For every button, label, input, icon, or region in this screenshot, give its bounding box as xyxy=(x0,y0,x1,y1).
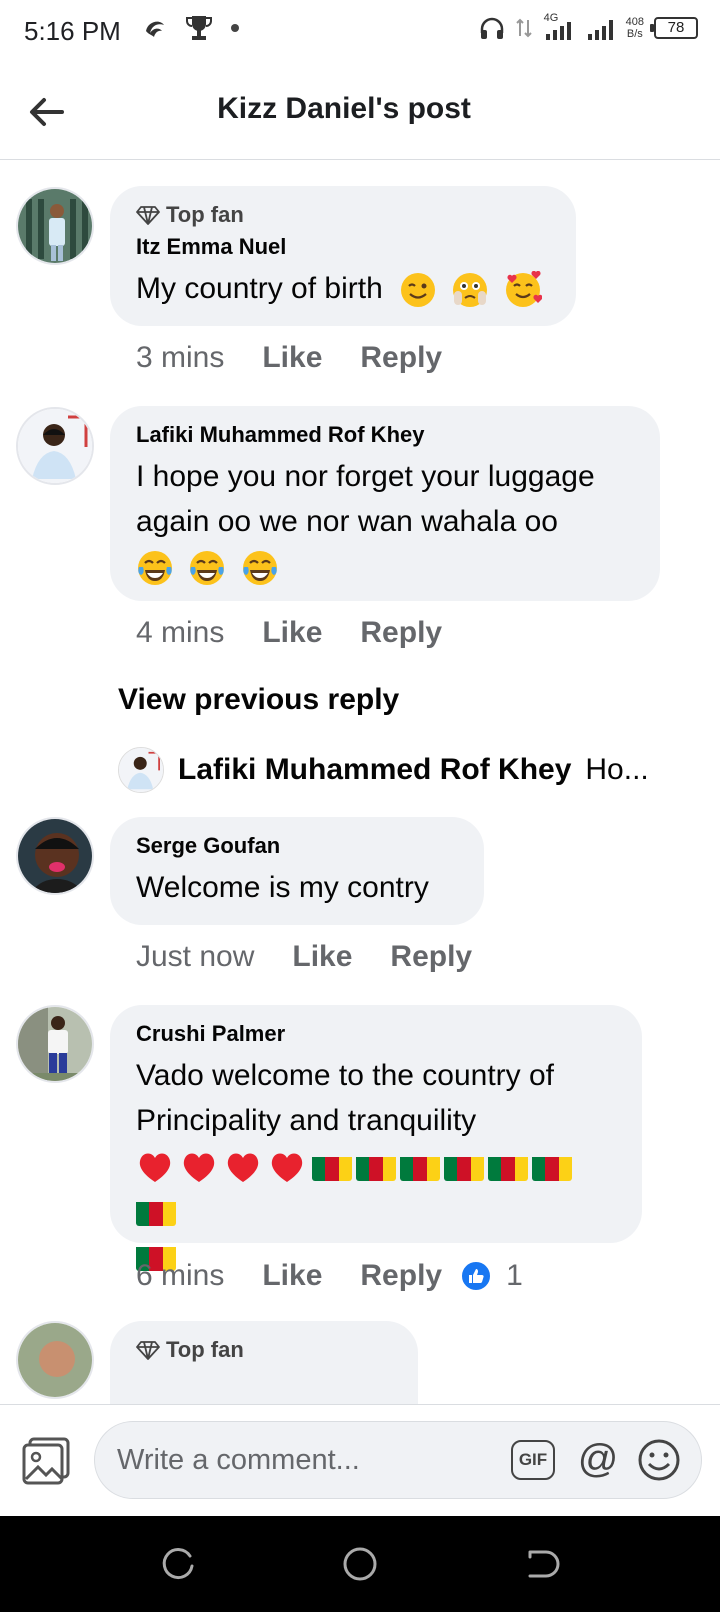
smiling-face-with-hearts-icon xyxy=(505,271,542,308)
page-title: Kizz Daniel's post xyxy=(217,92,471,125)
status-time: 5:16 PM xyxy=(24,16,121,46)
comment-author[interactable]: Lafiki Muhammed Rof Khey xyxy=(136,422,634,448)
comment-composer: GIF @ xyxy=(0,1404,720,1516)
trophy-icon xyxy=(186,16,212,40)
comment-text: Welcome is my contry xyxy=(136,871,429,904)
like-reaction-icon xyxy=(460,1260,493,1292)
top-fan-badge: Top fan xyxy=(136,202,550,228)
red-heart-icon xyxy=(139,1153,171,1183)
cameroon-flag-icon xyxy=(488,1153,528,1182)
emoji-row xyxy=(136,1143,616,1278)
comment-text: I hope you nor forget your luggage again… xyxy=(136,454,634,589)
avatar-crushi-palmer[interactable] xyxy=(16,1005,94,1083)
tears-of-joy-icon xyxy=(138,551,172,586)
reply-button[interactable]: Reply xyxy=(360,341,442,375)
comment-bubble[interactable]: Serge Goufan Welcome is my contry xyxy=(110,817,484,925)
view-previous-reply-link[interactable]: View previous reply xyxy=(118,683,399,717)
back-nav-button[interactable] xyxy=(522,1544,562,1584)
red-heart-icon xyxy=(227,1153,259,1183)
like-button[interactable]: Like xyxy=(262,1259,322,1293)
cameroon-flag-icon xyxy=(356,1153,396,1182)
like-button[interactable]: Like xyxy=(262,616,322,650)
comment-actions: 3 mins Like Reply xyxy=(136,341,442,375)
home-button[interactable] xyxy=(340,1544,380,1584)
comment-time: 6 mins xyxy=(136,1259,225,1292)
comment-time: 4 mins xyxy=(136,616,225,649)
add-photo-button[interactable] xyxy=(20,1433,74,1485)
signal-4g-icon: 4G xyxy=(542,12,576,42)
notification-icons xyxy=(142,14,240,42)
avatar-lafiki-muhammed-small xyxy=(118,747,164,793)
avatar-top-fan-partial[interactable] xyxy=(16,1321,94,1399)
comment-time: 3 mins xyxy=(136,341,225,374)
comment-author[interactable]: Crushi Palmer xyxy=(136,1021,616,1047)
red-heart-icon xyxy=(271,1153,303,1183)
home-circle-icon xyxy=(343,1547,377,1581)
swirl-app-icon xyxy=(146,21,164,37)
comment-bubble[interactable]: Top fan Itz Emma Nuel My country of birt… xyxy=(110,186,576,326)
dot-icon xyxy=(231,24,239,32)
avatar-itz-emma-nuel[interactable] xyxy=(16,187,94,265)
reply-snippet: Ho... xyxy=(585,753,649,786)
reaction-count[interactable]: 1 xyxy=(460,1259,523,1293)
back-nav-icon xyxy=(528,1550,560,1578)
avatar-lafiki-muhammed[interactable] xyxy=(16,407,94,485)
cameroon-flag-icon xyxy=(312,1153,352,1182)
headphones-icon xyxy=(480,17,503,39)
winking-face-icon xyxy=(401,273,436,308)
face-holding-back-tears-icon xyxy=(453,273,488,308)
reply-button[interactable]: Reply xyxy=(360,1259,442,1293)
system-icons: 4G 408 B/s 78 xyxy=(478,12,698,42)
like-button[interactable]: Like xyxy=(292,940,352,974)
avatar-serge-goufan[interactable] xyxy=(16,817,94,895)
emoji-button[interactable] xyxy=(637,1438,681,1482)
comment-author[interactable]: Serge Goufan xyxy=(136,833,458,859)
recent-apps-button[interactable] xyxy=(158,1544,198,1584)
comment-input[interactable] xyxy=(117,1440,477,1480)
comment-actions: 6 mins Like Reply 1 xyxy=(136,1259,523,1293)
comment-author[interactable]: Itz Emma Nuel xyxy=(136,234,550,260)
comments-feed[interactable]: Top fan Itz Emma Nuel My country of birt… xyxy=(0,161,720,1405)
reply-author: Lafiki Muhammed Rof Khey xyxy=(178,753,572,786)
reply-button[interactable]: Reply xyxy=(360,616,442,650)
system-navigation-bar xyxy=(0,1516,720,1612)
data-arrows-icon xyxy=(515,18,532,38)
reply-preview[interactable]: Lafiki Muhammed Rof Khey Ho... xyxy=(118,747,649,793)
comment-input-field[interactable]: GIF @ xyxy=(94,1421,702,1499)
post-header: Kizz Daniel's post xyxy=(0,64,720,160)
comment-text: My country of birth xyxy=(136,266,550,311)
comment-actions: Just now Like Reply xyxy=(136,940,472,974)
red-heart-icon xyxy=(183,1153,215,1183)
comment-time: Just now xyxy=(136,940,255,973)
cameroon-flag-icon xyxy=(136,1198,176,1227)
tears-of-joy-icon xyxy=(242,551,277,586)
comment-bubble[interactable]: Top fan xyxy=(110,1321,418,1405)
gif-button[interactable]: GIF xyxy=(511,1440,555,1480)
network-speed: 408 B/s xyxy=(625,16,644,40)
comment-bubble[interactable]: Crushi Palmer Vado welcome to the countr… xyxy=(110,1005,642,1272)
diamond-icon xyxy=(136,1341,160,1360)
reply-button[interactable]: Reply xyxy=(390,940,472,974)
photo-icon xyxy=(22,1437,70,1485)
cameroon-flag-icon xyxy=(532,1153,572,1182)
status-bar: 5:16 PM 4G 408 B/s 78 xyxy=(0,0,720,64)
smiley-icon xyxy=(638,1439,680,1481)
mention-button[interactable]: @ xyxy=(575,1436,621,1482)
comment-actions: 4 mins Like Reply xyxy=(136,616,442,650)
recents-icon xyxy=(162,1548,194,1580)
signal-icon xyxy=(587,20,613,40)
tears-of-joy-icon xyxy=(190,551,225,586)
diamond-icon xyxy=(136,206,160,225)
comment-text: Vado welcome to the country of Principal… xyxy=(136,1053,616,1278)
cameroon-flag-icon xyxy=(400,1153,440,1182)
like-button[interactable]: Like xyxy=(262,341,322,375)
battery-icon: 78 xyxy=(650,17,698,39)
comment-bubble[interactable]: Lafiki Muhammed Rof Khey I hope you nor … xyxy=(110,406,660,601)
cameroon-flag-icon xyxy=(444,1153,484,1182)
top-fan-badge: Top fan xyxy=(136,1337,392,1363)
